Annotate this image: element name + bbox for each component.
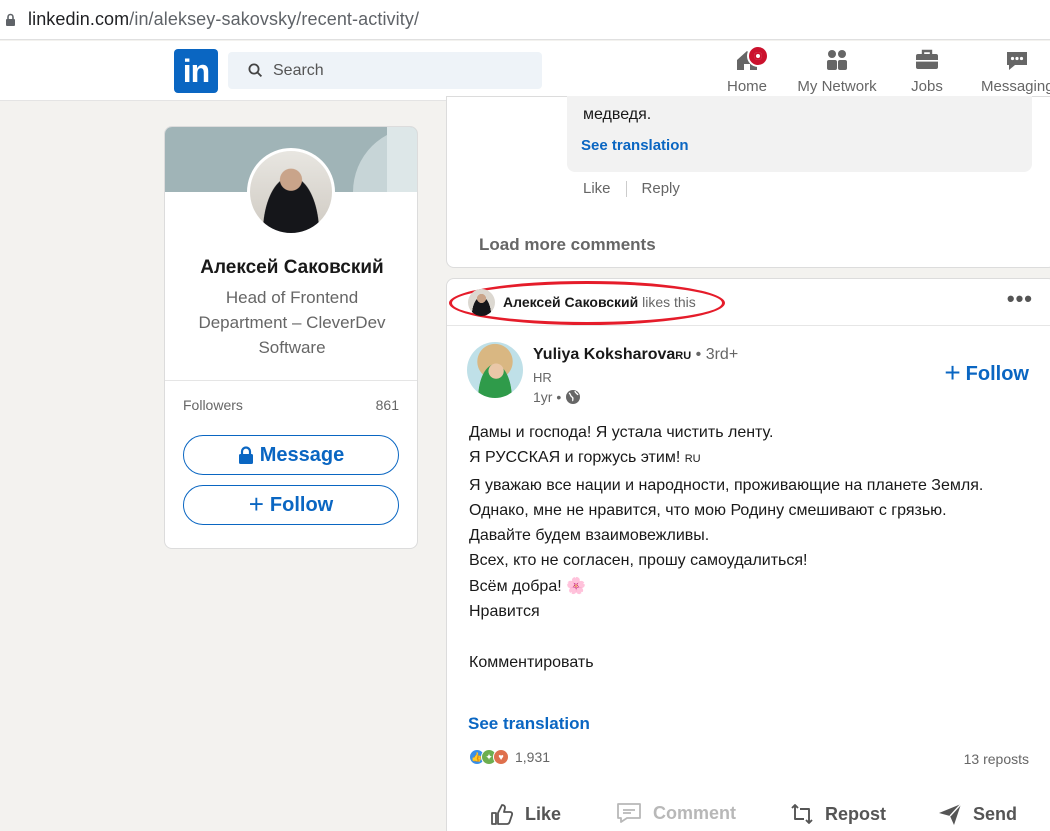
post-time: 1yr •	[533, 389, 581, 405]
post-follow-label: Follow	[965, 363, 1029, 385]
social-header: Алексей Саковский likes this •••	[447, 279, 1050, 326]
comment-like-button[interactable]: Like	[583, 180, 611, 197]
like-label: Like	[525, 803, 562, 824]
nav-my-network-label: My Network	[797, 78, 877, 95]
reactions-summary[interactable]: 👍 ✦ ♥ 1,931	[469, 749, 550, 765]
author-name[interactable]: Yuliya KoksharovaRU • 3rd+	[533, 346, 738, 364]
browser-url-bar[interactable]: linkedin.com/in/aleksey-sakovsky/recent-…	[0, 0, 1050, 40]
author-headline: HR	[533, 370, 552, 385]
post-line: Я уважаю все нации и народности, прожива…	[469, 476, 984, 494]
post-body: Дамы и господа! Я устала чистить ленту. …	[469, 420, 1029, 675]
notification-badge	[747, 45, 769, 67]
reactions-count: 1,931	[515, 749, 551, 765]
post-line-text: Всём добра!	[469, 577, 562, 595]
post-actions: Like Comment Repost Send	[447, 797, 1050, 831]
comment-label: Comment	[653, 802, 737, 823]
post-line: Комментировать	[469, 653, 594, 671]
likes-text: Алексей Саковский likes this	[503, 294, 696, 310]
nav-home[interactable]: Home	[722, 45, 772, 97]
repost-button[interactable]: Repost	[789, 801, 886, 827]
post-card: Алексей Саковский likes this ••• Yuliya …	[446, 278, 1050, 831]
search-box[interactable]: Search	[228, 52, 542, 89]
profile-follow-button[interactable]: + Follow	[183, 485, 399, 525]
profile-divider	[165, 380, 417, 381]
post-line	[469, 624, 1029, 649]
more-options-icon[interactable]: •••	[1007, 288, 1033, 310]
comment-reply-button[interactable]: Reply	[642, 180, 680, 197]
profile-name[interactable]: Алексей Саковский	[165, 257, 417, 279]
comment-icon	[617, 803, 641, 823]
nav-messaging-label: Messaging	[981, 78, 1050, 95]
post-follow-button[interactable]: + Follow	[944, 357, 1029, 388]
post-line: Однако, мне не нравится, что мою Родину …	[469, 501, 947, 519]
comment-actions: Like Reply	[583, 180, 680, 197]
post-line: Я РУССКАЯ и горжусь этим! RU	[469, 445, 1029, 472]
lock-icon	[238, 446, 253, 464]
love-reaction-icon: ♥	[493, 749, 509, 765]
followers-label: Followers	[183, 397, 243, 413]
repost-icon	[791, 804, 813, 824]
followers-count: 861	[375, 397, 399, 413]
comment-text: медведя.	[583, 106, 652, 123]
post-line-text: Я РУССКАЯ и горжусь этим!	[469, 449, 681, 467]
ru-flag: RU	[684, 453, 701, 466]
url-path: /in/aleksey-sakovsky/recent-activity/	[129, 9, 420, 29]
profile-card: Алексей Саковский Head of Frontend Depar…	[164, 126, 418, 549]
comment-button[interactable]: Comment	[615, 801, 736, 825]
plus-icon: +	[248, 489, 264, 519]
linkedin-logo[interactable]: in	[174, 49, 218, 93]
network-icon	[827, 50, 847, 70]
likes-suffix: likes this	[642, 294, 696, 310]
nav-jobs-label: Jobs	[911, 78, 943, 95]
author-name-text: Yuliya Koksharova	[533, 346, 676, 363]
send-label: Send	[973, 803, 1018, 824]
post-line: Давайте будем взаимовежливы.	[469, 527, 710, 545]
nav-home-label: Home	[726, 78, 767, 95]
nav-messaging[interactable]: Messaging	[978, 45, 1050, 97]
post-time-text: 1yr •	[533, 389, 562, 405]
liker-name[interactable]: Алексей Саковский	[503, 294, 638, 310]
profile-avatar[interactable]	[247, 148, 335, 236]
url-text[interactable]: linkedin.com/in/aleksey-sakovsky/recent-…	[28, 9, 419, 30]
like-button[interactable]: Like	[489, 801, 561, 827]
lock-icon	[5, 13, 16, 32]
liker-avatar[interactable]	[468, 289, 495, 316]
post-line: Нравится	[469, 603, 540, 621]
reposts-count[interactable]: 13 reposts	[964, 751, 1029, 767]
search-icon	[248, 63, 263, 83]
top-nav: in Search Home My Network Jobs Messaging	[0, 41, 1050, 101]
thumbs-up-icon	[491, 804, 514, 825]
briefcase-icon	[916, 49, 938, 69]
comment-see-translation[interactable]: See translation	[581, 137, 689, 154]
plus-icon: +	[944, 357, 961, 388]
comment-bubble: медведя. See translation	[567, 96, 1032, 172]
nav-my-network[interactable]: My Network	[793, 45, 881, 97]
repost-label: Repost	[825, 803, 887, 824]
message-button-label: Message	[259, 443, 345, 466]
message-button[interactable]: Message	[183, 435, 399, 475]
url-host: linkedin.com	[28, 9, 130, 29]
nav-jobs[interactable]: Jobs	[904, 45, 950, 97]
flower-emoji: 🌸	[566, 577, 587, 595]
profile-follow-label: Follow	[269, 493, 334, 516]
globe-icon	[566, 390, 581, 404]
post-line: Всех, кто не согласен, прошу самоудалить…	[469, 552, 808, 570]
comment-actions-separator	[625, 180, 627, 197]
post-see-translation[interactable]: See translation	[468, 714, 590, 734]
profile-headline: Head of Frontend Department – CleverDev …	[198, 288, 386, 357]
author-avatar[interactable]	[467, 342, 523, 398]
previous-post-card: медведя. See translation Like Reply Load…	[446, 96, 1050, 268]
send-button[interactable]: Send	[937, 801, 1017, 827]
author-degree: • 3rd+	[695, 346, 739, 363]
messaging-icon	[1007, 52, 1027, 70]
post-line: Всём добра! 🌸	[469, 574, 1029, 599]
send-icon	[939, 803, 962, 825]
load-more-comments[interactable]: Load more comments	[479, 235, 656, 255]
author-flag: RU	[675, 350, 692, 362]
post-line: Дамы и господа! Я устала чистить ленту.	[469, 424, 774, 441]
search-placeholder: Search	[273, 62, 324, 79]
